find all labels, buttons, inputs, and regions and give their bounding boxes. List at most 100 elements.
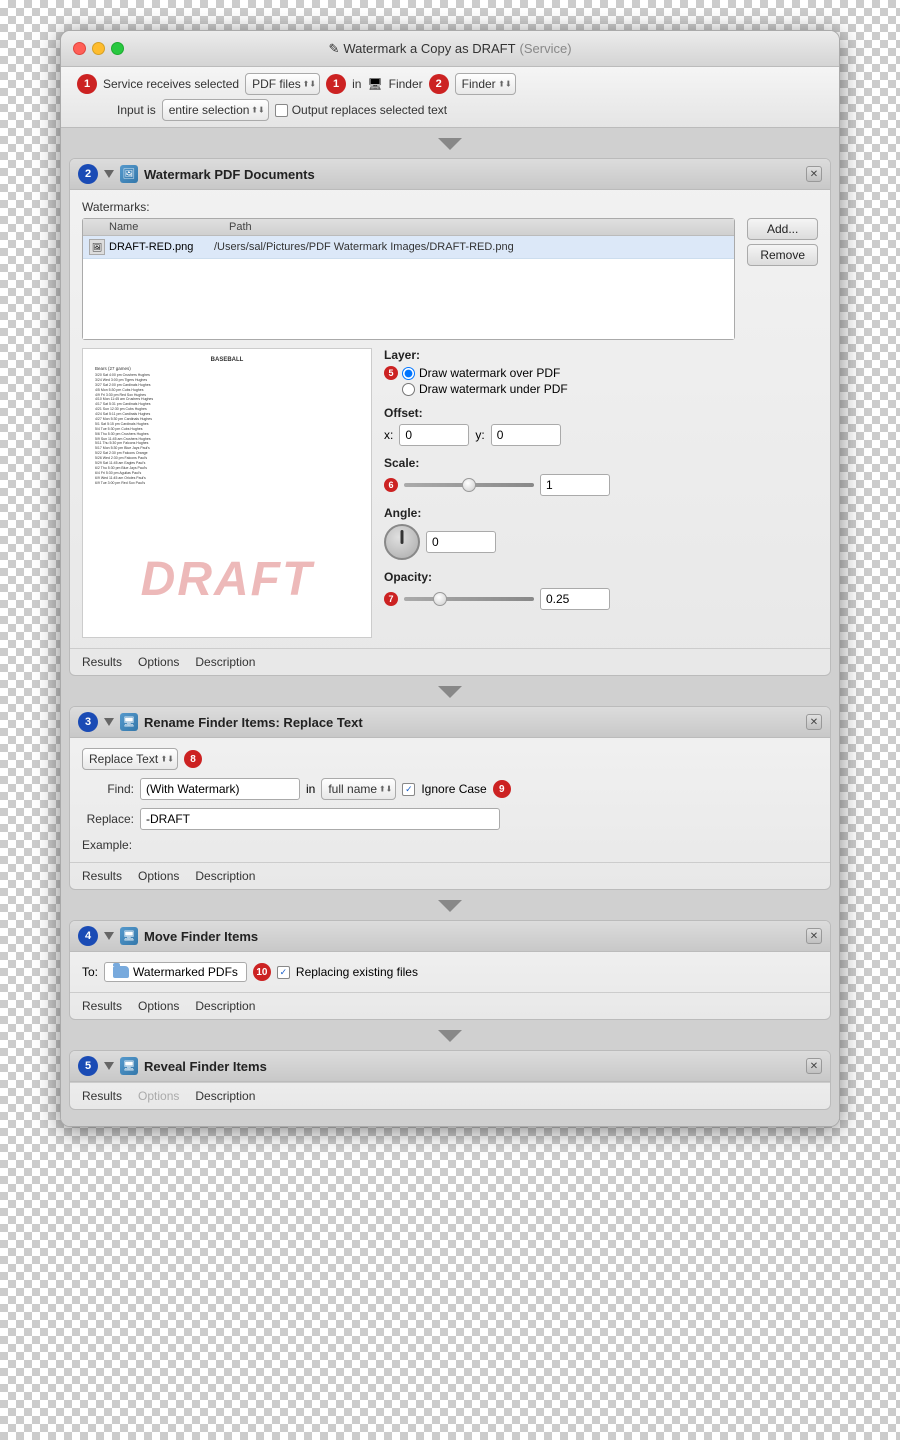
tab-rename-results[interactable]: Results	[82, 867, 122, 885]
in-select[interactable]: full name	[321, 778, 396, 800]
layer-section: Layer: 5 Draw watermark over PDF Draw wa…	[384, 348, 818, 396]
step-badge-watermark: 2	[78, 164, 98, 184]
offset-x-label: x:	[384, 428, 393, 442]
tab-watermark-options[interactable]: Options	[138, 653, 179, 671]
layer-label: Layer:	[384, 348, 818, 362]
move-to-row: To: Watermarked PDFs 10 ✓ Replacing exis…	[82, 962, 818, 982]
panel-rename-footer: Results Options Description	[70, 862, 830, 889]
radio-over-row: 5 Draw watermark over PDF	[384, 366, 818, 380]
collapse-move[interactable]	[104, 932, 114, 940]
panel-watermark-footer: Results Options Description	[70, 648, 830, 675]
badge-10: 10	[253, 963, 271, 981]
opacity-slider[interactable]	[404, 597, 534, 601]
close-button[interactable]	[73, 42, 86, 55]
offset-section: Offset: x: y:	[384, 406, 818, 446]
service-bar: 1 Service receives selected PDF files 1 …	[61, 67, 839, 128]
angle-input[interactable]	[426, 531, 496, 553]
remove-button[interactable]: Remove	[747, 244, 818, 266]
panel-rename-header: 3 🖥 Rename Finder Items: Replace Text ✕	[70, 707, 830, 738]
panel-watermark-close[interactable]: ✕	[806, 166, 822, 182]
wm-col-path: Path	[229, 221, 728, 233]
scale-label: Scale:	[384, 456, 818, 470]
app-select[interactable]: Finder	[455, 73, 516, 95]
collapse-rename[interactable]	[104, 718, 114, 726]
radio-over[interactable]	[402, 367, 415, 380]
app-select-wrapper: Finder	[455, 73, 516, 95]
reveal-icon: 🖥	[120, 1057, 138, 1075]
find-label: Find:	[82, 782, 134, 796]
watermarks-label: Watermarks:	[82, 200, 818, 214]
main-content: 2 🖼 Watermark PDF Documents ✕ Watermarks…	[61, 128, 839, 1126]
output-replaces-row: Output replaces selected text	[275, 103, 447, 117]
angle-control	[384, 524, 818, 560]
angle-knob[interactable]	[384, 524, 420, 560]
collapse-reveal[interactable]	[104, 1062, 114, 1070]
collapse-watermark[interactable]	[104, 170, 114, 178]
maximize-button[interactable]	[111, 42, 124, 55]
minimize-button[interactable]	[92, 42, 105, 55]
add-button[interactable]: Add...	[747, 218, 818, 240]
rename-mode-row: Replace Text 8	[82, 748, 818, 770]
scale-section: Scale: 6	[384, 456, 818, 496]
badge-9: 9	[493, 780, 511, 798]
step-badge-2: 2	[429, 74, 449, 94]
watermark-icon: 🖼	[120, 165, 138, 183]
replace-input[interactable]	[140, 808, 500, 830]
main-window: ✎ Watermark a Copy as DRAFT (Service) 1 …	[60, 30, 840, 1127]
radio-under-row: Draw watermark under PDF	[384, 382, 818, 396]
tab-watermark-results[interactable]: Results	[82, 653, 122, 671]
step-badge-1b: 1	[326, 74, 346, 94]
layer-controls: Layer: 5 Draw watermark over PDF Draw wa…	[384, 348, 818, 638]
input-type-select-wrapper: entire selection	[162, 99, 269, 121]
angle-section: Angle:	[384, 506, 818, 560]
radio-under[interactable]	[402, 383, 415, 396]
connector-3	[61, 894, 839, 916]
badge-8: 8	[184, 750, 202, 768]
panel-rename-close[interactable]: ✕	[806, 714, 822, 730]
tab-reveal-results[interactable]: Results	[82, 1087, 122, 1105]
tab-reveal-description[interactable]: Description	[195, 1087, 255, 1105]
connector-1	[61, 132, 839, 154]
opacity-input[interactable]	[540, 588, 610, 610]
scale-input[interactable]	[540, 474, 610, 496]
radio-under-label: Draw watermark under PDF	[419, 382, 568, 396]
panel-reveal-close[interactable]: ✕	[806, 1058, 822, 1074]
file-type-select[interactable]: PDF files	[245, 73, 320, 95]
panel-move-title: Move Finder Items	[144, 929, 258, 944]
replacing-files-checkbox[interactable]: ✓	[277, 966, 290, 979]
offset-y-input[interactable]	[491, 424, 561, 446]
folder-icon	[113, 966, 129, 978]
panel-reveal: 5 🖥 Reveal Finder Items ✕ Results Option…	[69, 1050, 831, 1110]
opacity-label: Opacity:	[384, 570, 818, 584]
input-type-select[interactable]: entire selection	[162, 99, 269, 121]
find-input[interactable]	[140, 778, 300, 800]
tab-move-description[interactable]: Description	[195, 997, 255, 1015]
panel-watermark-body: Watermarks: Name Path 🖼 DRAFT-RED.png	[70, 190, 830, 648]
preview-content: BASEBALL Bears (27 games) 3/20 Sat 4:00 …	[83, 349, 371, 637]
tab-rename-options[interactable]: Options	[138, 867, 179, 885]
scale-slider[interactable]	[404, 483, 534, 487]
panel-move-footer: Results Options Description	[70, 992, 830, 1019]
tab-move-options[interactable]: Options	[138, 997, 179, 1015]
badge-7: 7	[384, 592, 398, 606]
angle-label: Angle:	[384, 506, 818, 520]
window-title: ✎ Watermark a Copy as DRAFT (Service)	[328, 41, 571, 57]
tab-move-results[interactable]: Results	[82, 997, 122, 1015]
folder-item[interactable]: Watermarked PDFs	[104, 962, 247, 982]
offset-y-label: y:	[475, 428, 484, 442]
preview-layer-row: BASEBALL Bears (27 games) 3/20 Sat 4:00 …	[82, 348, 818, 638]
tab-rename-description[interactable]: Description	[195, 867, 255, 885]
offset-x-input[interactable]	[399, 424, 469, 446]
wm-table-row[interactable]: 🖼 DRAFT-RED.png /Users/sal/Pictures/PDF …	[83, 236, 734, 259]
wm-table-header: Name Path	[83, 219, 734, 236]
rename-mode-select-wrapper: Replace Text	[82, 748, 178, 770]
panel-reveal-header: 5 🖥 Reveal Finder Items ✕	[70, 1051, 830, 1082]
titlebar: ✎ Watermark a Copy as DRAFT (Service)	[61, 31, 839, 67]
output-replaces-checkbox[interactable]	[275, 104, 288, 117]
tab-watermark-description[interactable]: Description	[195, 653, 255, 671]
ignore-case-checkbox[interactable]: ✓	[402, 783, 415, 796]
tab-reveal-options[interactable]: Options	[138, 1087, 179, 1105]
rename-mode-select[interactable]: Replace Text	[82, 748, 178, 770]
panel-move-close[interactable]: ✕	[806, 928, 822, 944]
panel-rename-title: Rename Finder Items: Replace Text	[144, 715, 363, 730]
